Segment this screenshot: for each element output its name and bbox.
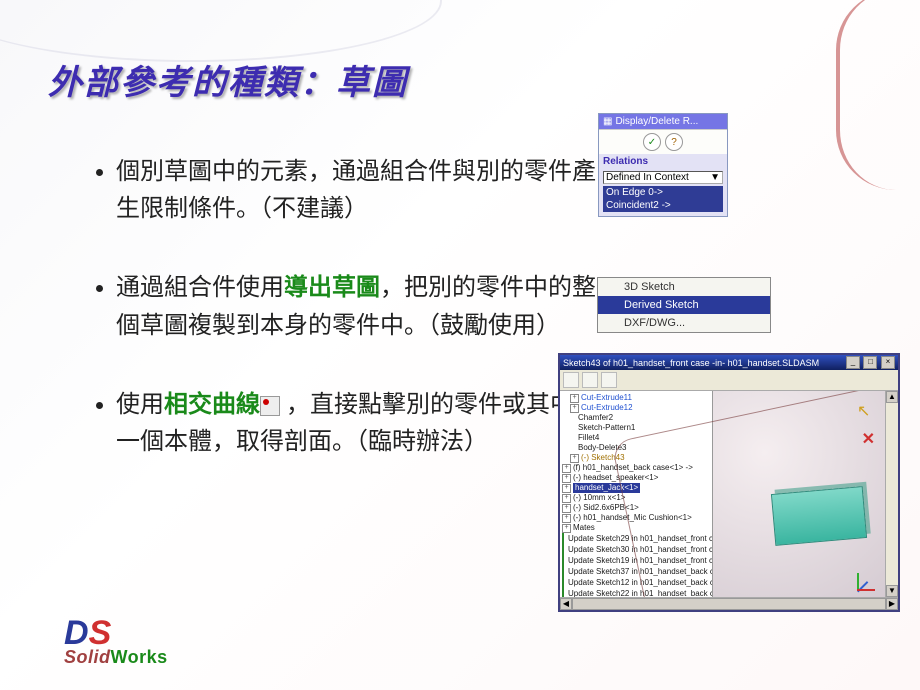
cursor-icon: ↖	[857, 401, 875, 419]
horizontal-scrollbar[interactable]: ◀ ▶	[560, 597, 898, 610]
tab-icon[interactable]	[582, 372, 598, 388]
view-triad-icon[interactable]	[857, 569, 879, 591]
bullet-1: 個別草圖中的元素，通過組合件與別的零件產生限制條件。（不建議）	[116, 154, 606, 228]
slide-title: 外部參考的種類：草圖	[48, 55, 408, 104]
bullet-1-text: 個別草圖中的元素，通過組合件與別的零件產生限制條件。（不建議）	[116, 159, 596, 222]
tree-feature[interactable]: Sketch-Pattern1	[578, 423, 635, 433]
feature-manager-tabs	[560, 370, 898, 391]
intersection-curve-icon	[260, 396, 280, 416]
tab-icon[interactable]	[601, 372, 617, 388]
logo-ds-mark: DS	[64, 620, 168, 647]
relations-filter-dropdown[interactable]: Defined In Context ▼	[603, 171, 723, 184]
scrollbar-track[interactable]	[572, 598, 886, 610]
tab-icon[interactable]	[563, 372, 579, 388]
window-titlebar: Sketch43 of h01_handset_front case -in- …	[560, 355, 898, 370]
relations-list-item[interactable]: On Edge 0->	[603, 186, 723, 199]
help-button[interactable]: ?	[665, 133, 683, 151]
bullet-3: 使用相交曲線 ，直接點擊別的零件或其中的一個本體，取得剖面。（臨時辦法）	[116, 387, 606, 461]
relations-panel: ▦ Display/Delete R... ✓ ? Relations Defi…	[598, 113, 728, 217]
relations-section-label: Relations	[599, 154, 727, 169]
relations-panel-titlebar: ▦ Display/Delete R...	[599, 114, 727, 129]
tree-feature[interactable]: Fillet4	[578, 433, 599, 443]
tree-feature[interactable]: Cut-Extrude12	[581, 403, 633, 413]
menu-item-dxf-dwg[interactable]: DXF/DWG...	[598, 314, 770, 332]
logo-works: Works	[111, 647, 168, 667]
ok-button[interactable]: ✓	[643, 133, 661, 151]
dropdown-arrow-icon: ▼	[710, 172, 720, 183]
selected-part-body[interactable]	[771, 486, 867, 546]
relations-panel-icon: ▦	[603, 116, 612, 127]
bullet-3-pre: 使用	[116, 392, 164, 418]
insert-sketch-menu: 3D Sketch Derived Sketch DXF/DWG...	[597, 277, 771, 333]
bullet-2: 通過組合件使用導出草圖，把別的零件中的整個草圖複製到本身的零件中。（鼓勵使用）	[116, 270, 606, 344]
relations-panel-title: Display/Delete R...	[615, 116, 698, 127]
relations-panel-buttons: ✓ ?	[599, 129, 727, 154]
logo-solid: Solid	[64, 647, 111, 667]
bullet-2-emphasis: 導出草圖	[284, 275, 380, 301]
bullet-3-emphasis: 相交曲線	[164, 392, 260, 418]
relations-filter-value: Defined In Context	[606, 172, 689, 183]
menu-item-derived-sketch[interactable]: Derived Sketch	[598, 296, 770, 314]
minimize-button[interactable]: _	[846, 356, 860, 369]
scroll-left-icon[interactable]: ◀	[560, 598, 572, 610]
relations-list[interactable]: On Edge 0-> Coincident2 ->	[603, 186, 723, 212]
window-controls: _ □ ×	[845, 356, 895, 369]
window-title: Sketch43 of h01_handset_front case -in- …	[563, 358, 819, 368]
menu-item-3d-sketch[interactable]: 3D Sketch	[598, 278, 770, 296]
decorative-curve-top-left	[0, 0, 442, 62]
decorative-curve-top-right	[836, 0, 920, 190]
tree-feature[interactable]: Cut-Extrude11	[581, 393, 632, 403]
tree-mates[interactable]: Mates	[573, 523, 595, 533]
bullet-2-pre: 通過組合件使用	[116, 275, 284, 301]
scroll-right-icon[interactable]: ▶	[886, 598, 898, 610]
relations-list-item[interactable]: Coincident2 ->	[603, 199, 723, 212]
solidworks-window: Sketch43 of h01_handset_front case -in- …	[558, 353, 900, 612]
tree-component[interactable]: (-) 10mm x<1>	[573, 493, 625, 503]
close-window-button[interactable]: ×	[881, 356, 895, 369]
graphics-viewport[interactable]: ↖ ✕	[713, 391, 885, 597]
tree-feature[interactable]: Chamfer2	[578, 413, 613, 423]
bullet-list: 個別草圖中的元素，通過組合件與別的零件產生限制條件。（不建議） 通過組合件使用導…	[56, 154, 606, 503]
logo-text: SolidWorks	[64, 647, 168, 668]
exit-sketch-icon[interactable]: ✕	[862, 429, 875, 449]
solidworks-logo: DS SolidWorks	[64, 620, 168, 668]
maximize-button[interactable]: □	[863, 356, 877, 369]
